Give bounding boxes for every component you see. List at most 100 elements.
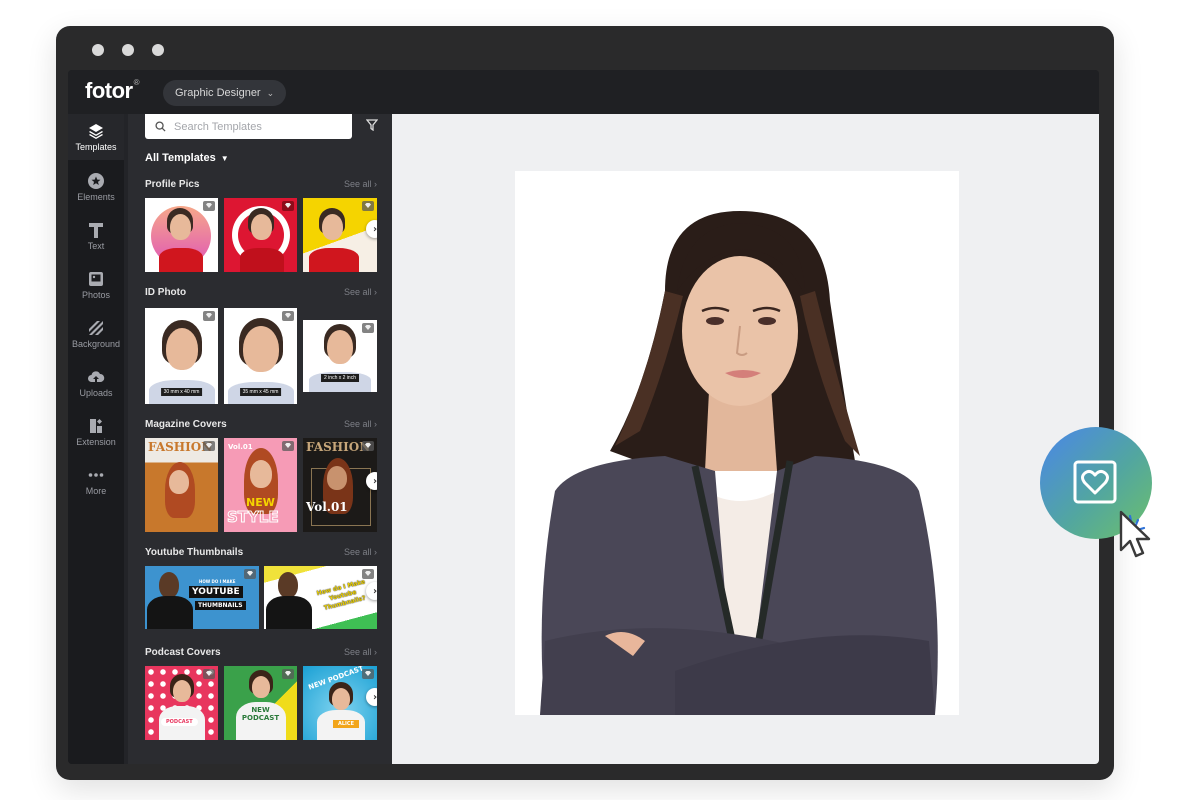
see-all-label: See all xyxy=(343,647,372,657)
template-thumb[interactable] xyxy=(224,198,297,272)
fotor-logo[interactable]: fotor® xyxy=(85,78,140,104)
section-profile-pics: Profile Pics See all › › xyxy=(145,176,377,272)
section-title: Profile Pics xyxy=(145,178,200,190)
next-arrow-button[interactable]: › xyxy=(366,220,377,238)
text-t-icon xyxy=(89,223,103,238)
rail-item-extension[interactable]: Extension xyxy=(68,417,124,447)
see-all-link[interactable]: See all › xyxy=(344,547,377,557)
woman-portrait-illustration xyxy=(540,211,938,715)
premium-crown-icon xyxy=(203,311,215,321)
next-arrow-button[interactable]: › xyxy=(366,472,377,490)
thumb-face xyxy=(173,680,191,702)
search-box[interactable] xyxy=(145,114,352,139)
template-thumb[interactable]: PODCAST xyxy=(145,666,218,740)
premium-crown-icon xyxy=(282,441,294,451)
rail-item-uploads[interactable]: Uploads xyxy=(68,368,124,398)
rail-label: Templates xyxy=(75,142,117,152)
next-arrow-button[interactable]: › xyxy=(366,582,377,600)
rail-item-templates[interactable]: Templates xyxy=(68,114,124,160)
template-thumb[interactable]: How do I Make Youtube Thumbnails? xyxy=(264,566,377,629)
templates-panel: All Templates ▼ Profile Pics See all › xyxy=(128,114,392,764)
template-thumb[interactable]: NEW PODCAST ALICE xyxy=(303,666,377,740)
thumb-face xyxy=(332,688,350,710)
window-dot-maximize[interactable] xyxy=(152,44,164,56)
see-all-link[interactable]: See all › xyxy=(344,179,377,189)
section-podcast-covers: Podcast Covers See all › PODCAST NEW POD… xyxy=(145,644,377,740)
thumb-face xyxy=(327,466,347,490)
premium-crown-icon xyxy=(203,201,215,211)
template-thumb[interactable] xyxy=(145,198,218,272)
template-thumb[interactable]: Vol.01 NEW STYLE xyxy=(224,438,297,532)
premium-crown-icon xyxy=(282,311,294,321)
section-title: Youtube Thumbnails xyxy=(145,546,244,558)
see-all-link[interactable]: See all › xyxy=(344,647,377,657)
cloud-upload-icon xyxy=(88,371,105,382)
see-all-label: See all xyxy=(343,287,372,297)
template-row: 30 mm x 40 mm 35 mm x 45 mm 2 inch x 2 i… xyxy=(145,306,377,404)
mouse-cursor-icon xyxy=(1119,510,1151,558)
thumb-shirt xyxy=(147,596,193,629)
cover-headline: NEW xyxy=(251,706,270,714)
see-all-link[interactable]: See all › xyxy=(344,419,377,429)
template-thumb[interactable]: NEW PODCAST xyxy=(224,666,297,740)
premium-crown-icon xyxy=(362,569,374,579)
premium-crown-icon xyxy=(282,201,294,211)
top-bar: fotor® Graphic Designer ⌄ xyxy=(68,70,1099,114)
template-thumb[interactable]: HOW DO I MAKE YOUTUBE THUMBNAILS xyxy=(145,566,259,629)
premium-crown-icon xyxy=(282,669,294,679)
template-thumb[interactable]: 2 inch x 2 inch xyxy=(303,320,377,392)
layers-icon xyxy=(89,124,103,139)
window-dot-minimize[interactable] xyxy=(122,44,134,56)
search-input[interactable] xyxy=(174,120,344,133)
rail-item-text[interactable]: Text xyxy=(68,221,124,251)
extension-icon xyxy=(90,419,102,433)
section-title: ID Photo xyxy=(145,286,187,298)
rail-label: Elements xyxy=(77,192,115,202)
template-thumb[interactable] xyxy=(303,198,377,272)
rail-label: More xyxy=(85,486,107,496)
premium-crown-icon xyxy=(362,669,374,679)
premium-crown-icon xyxy=(203,441,215,451)
cover-subheadline: PODCAST xyxy=(241,714,280,722)
template-thumb[interactable]: 30 mm x 40 mm xyxy=(145,308,218,404)
cover-title: FASHION xyxy=(306,440,371,454)
see-all-link[interactable]: See all › xyxy=(344,287,377,297)
template-thumb[interactable]: FASHION Vol.01 xyxy=(303,438,377,532)
thumb-face xyxy=(252,676,270,698)
premium-crown-icon xyxy=(203,669,215,679)
thumb-face xyxy=(170,214,191,240)
star-circle-icon xyxy=(88,173,104,189)
window-dot-close[interactable] xyxy=(92,44,104,56)
all-templates-dropdown[interactable]: All Templates ▼ xyxy=(145,152,229,164)
rail-label: Extension xyxy=(76,437,116,447)
more-dots-icon xyxy=(88,473,104,477)
thumb-headline: YOUTUBE xyxy=(189,586,243,598)
cover-label: ALICE xyxy=(333,720,360,728)
thumb-shirt xyxy=(309,248,359,272)
rail-label: Photos xyxy=(81,290,111,300)
rail-item-background[interactable]: Background xyxy=(68,319,124,349)
size-label: 2 inch x 2 inch xyxy=(321,374,359,382)
cover-subheadline: STYLE xyxy=(227,508,280,527)
rail-item-more[interactable]: More xyxy=(68,466,124,496)
browser-window: fotor® Graphic Designer ⌄ Templates Elem… xyxy=(56,26,1114,780)
mode-dropdown-button[interactable]: Graphic Designer ⌄ xyxy=(163,80,287,106)
template-thumb[interactable]: FASHION xyxy=(145,438,218,532)
thumb-face xyxy=(243,326,279,372)
see-all-label: See all xyxy=(343,419,372,429)
premium-crown-icon xyxy=(362,323,374,333)
template-thumb[interactable]: 35 mm x 45 mm xyxy=(224,308,297,404)
all-templates-label: All Templates xyxy=(145,152,216,164)
rail-item-elements[interactable]: Elements xyxy=(68,172,124,202)
section-magazine-covers: Magazine Covers See all › FASHION Vol.01 xyxy=(145,416,377,532)
size-label: 30 mm x 40 mm xyxy=(160,388,203,396)
thumb-face xyxy=(159,572,179,598)
tool-rail: Templates Elements Text Photos Backgroun… xyxy=(68,114,124,764)
rail-item-photos[interactable]: Photos xyxy=(68,270,124,300)
caret-down-icon: ▼ xyxy=(220,153,229,163)
thumb-caption: HOW DO I MAKE xyxy=(199,579,236,584)
filter-icon[interactable] xyxy=(366,119,378,131)
canvas-id-photo[interactable] xyxy=(515,171,959,715)
next-arrow-button[interactable]: › xyxy=(366,688,377,706)
thumb-face xyxy=(169,470,189,494)
